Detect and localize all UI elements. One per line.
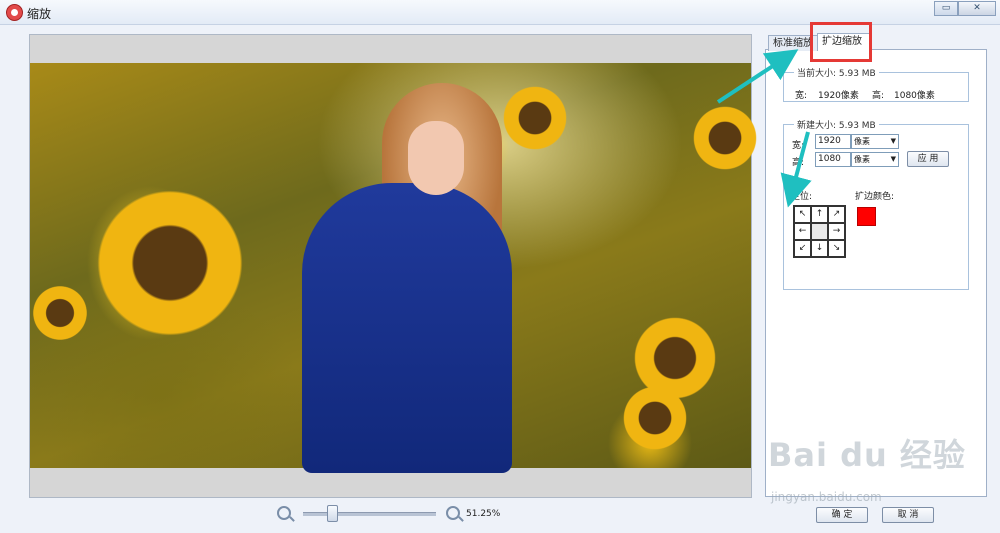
new-height-label: 高: [792, 158, 805, 168]
height-input[interactable]: 1080 [815, 152, 851, 167]
sunflower-shape [90, 183, 250, 343]
zoom-in-icon[interactable] [446, 506, 460, 520]
current-size-title: 当前大小: 5.93 MB [794, 66, 879, 79]
watermark-text: Bai du 经验 [768, 436, 966, 474]
chevron-down-icon: ▼ [890, 155, 896, 163]
zoom-slider-track[interactable] [303, 512, 436, 516]
image-preview-frame [29, 34, 760, 498]
ok-button[interactable]: 确 定 [816, 507, 868, 523]
app-icon [6, 4, 23, 21]
height-unit-select[interactable]: 像素 ▼ [851, 152, 899, 167]
woman-dress-shape [302, 183, 512, 473]
sunflower-shape [500, 83, 570, 153]
width-input[interactable]: 1920 [815, 134, 851, 149]
apply-button[interactable]: 应 用 [907, 151, 949, 167]
sunflower-shape [620, 383, 690, 453]
zoom-out-icon[interactable] [277, 506, 291, 520]
current-width-value: 1920像素 [818, 91, 859, 101]
zoom-slider-thumb[interactable] [327, 505, 339, 522]
woman-face-shape [408, 121, 464, 195]
window-title: 缩放 [27, 7, 52, 21]
watermark-subtext: jingyan.baidu.com [771, 490, 882, 504]
new-width-label: 宽: [792, 141, 805, 151]
cancel-button[interactable]: 取 消 [882, 507, 934, 523]
watermark: Bai du 经验 jingyan.baidu.com [768, 430, 966, 504]
preview-image [30, 63, 760, 473]
close-button[interactable]: ✕ [958, 1, 996, 16]
anchor-top-right[interactable]: ↗ [828, 206, 845, 223]
anchor-label: 定位: [791, 192, 813, 202]
fill-color-label: 扩边颜色: [855, 192, 895, 202]
anchor-right[interactable]: → [828, 223, 845, 240]
anchor-bottom-left[interactable]: ↙ [794, 240, 811, 257]
anchor-top-left[interactable]: ↖ [794, 206, 811, 223]
anchor-grid: ↖ ↑ ↗ ← → ↙ ↓ ↘ [793, 205, 846, 258]
chevron-down-icon: ▼ [890, 137, 896, 145]
current-height-label: 高: [872, 91, 885, 101]
anchor-left[interactable]: ← [794, 223, 811, 240]
anchor-center[interactable] [811, 223, 828, 240]
anchor-bottom[interactable]: ↓ [811, 240, 828, 257]
width-unit-value: 像素 [854, 137, 870, 146]
zoom-percentage: 51.25% [466, 509, 501, 519]
window-controls: ▭ ✕ [934, 1, 996, 16]
sunflower-shape [30, 283, 90, 343]
fill-color-swatch[interactable] [857, 207, 876, 226]
sunflower-shape [690, 103, 760, 173]
restore-button[interactable]: ▭ [934, 1, 958, 16]
current-height-value: 1080像素 [894, 91, 935, 101]
height-unit-value: 像素 [854, 155, 870, 164]
current-width-label: 宽: [795, 91, 808, 101]
anchor-top[interactable]: ↑ [811, 206, 828, 223]
new-size-title: 新建大小: 5.93 MB [794, 118, 879, 131]
anchor-bottom-right[interactable]: ↘ [828, 240, 845, 257]
width-unit-select[interactable]: 像素 ▼ [851, 134, 899, 149]
annotation-highlight-box [810, 22, 872, 62]
